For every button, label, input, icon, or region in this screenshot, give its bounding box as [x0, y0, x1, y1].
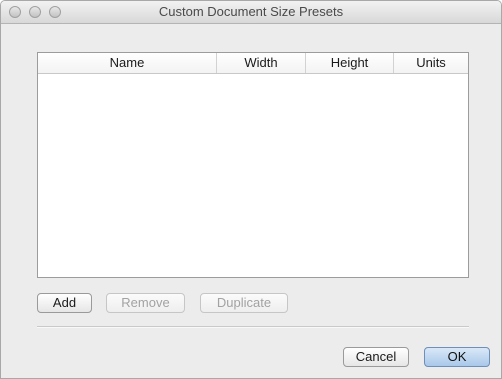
- column-header-units[interactable]: Units: [393, 53, 468, 73]
- presets-table[interactable]: Name Width Height Units: [37, 52, 469, 278]
- dialog-window: Custom Document Size Presets Name Width …: [0, 0, 502, 379]
- cancel-button[interactable]: Cancel: [343, 347, 409, 367]
- duplicate-button[interactable]: Duplicate: [200, 293, 288, 313]
- column-header-width[interactable]: Width: [216, 53, 305, 73]
- table-header: Name Width Height Units: [38, 53, 468, 74]
- column-header-height[interactable]: Height: [305, 53, 393, 73]
- window-title: Custom Document Size Presets: [158, 4, 344, 19]
- column-header-name[interactable]: Name: [38, 53, 216, 73]
- separator: [37, 326, 469, 328]
- add-button[interactable]: Add: [37, 293, 92, 313]
- remove-button[interactable]: Remove: [106, 293, 185, 313]
- title-bar: Custom Document Size Presets: [1, 1, 501, 24]
- ok-button[interactable]: OK: [424, 347, 490, 367]
